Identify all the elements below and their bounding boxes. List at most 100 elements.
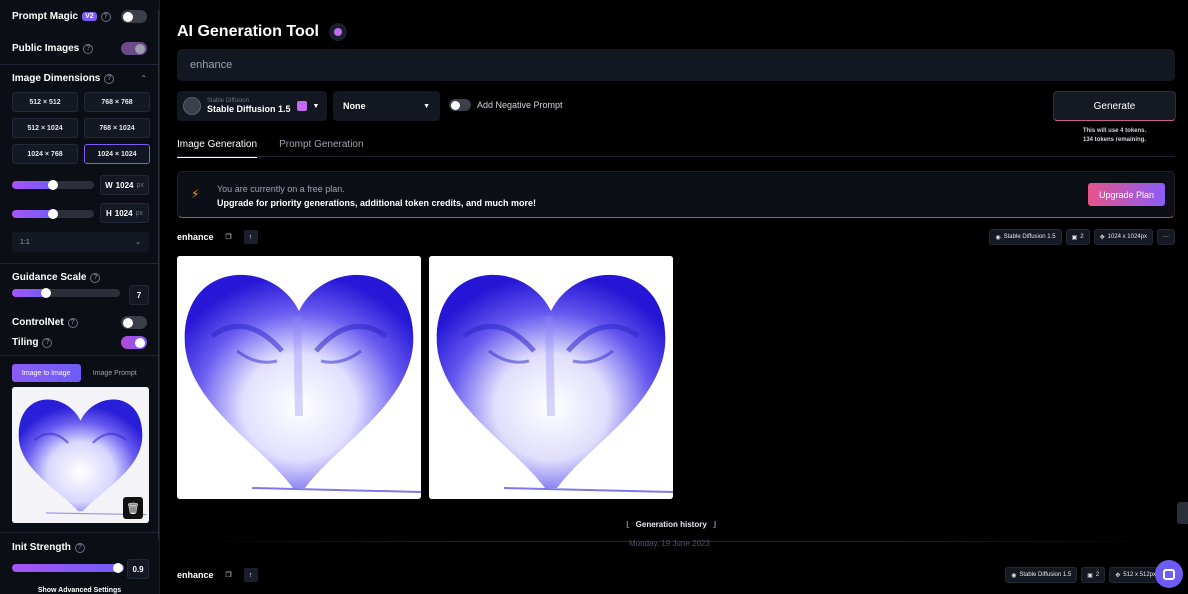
height-value: 1024 (114, 208, 133, 218)
advanced-settings-link[interactable]: Show Advanced Settings (12, 587, 147, 594)
negative-prompt-label: Add Negative Prompt (477, 100, 563, 110)
tiling-label: Tiling (12, 337, 39, 348)
more-options-button[interactable]: ··· (1157, 229, 1175, 245)
model-chip: ◉ Stable Diffusion 1.5 (989, 229, 1062, 245)
init-strength-header: Init Strength ? (12, 542, 147, 553)
token-info: This will use 4 tokens. 134 tokens remai… (1053, 127, 1176, 145)
height-slider[interactable] (12, 209, 94, 219)
model-avatar-icon (183, 97, 201, 115)
chevron-up-icon[interactable]: ⌃ (140, 74, 147, 83)
banner-upgrade-text: Upgrade for priority generations, additi… (217, 198, 537, 208)
model-select[interactable]: Stable Diffusion Stable Diffusion 1.5 ▼ (177, 91, 327, 121)
tiling-toggle[interactable] (121, 336, 147, 349)
init-strength-value[interactable]: 0.9 (127, 559, 149, 579)
help-icon[interactable]: ? (104, 73, 115, 84)
image-count-chip: ▣ 2 (1081, 567, 1106, 583)
help-icon[interactable]: ? (83, 43, 94, 54)
guidance-scale-label: Guidance Scale (12, 272, 87, 283)
height-input[interactable]: H 1024 px (100, 203, 149, 223)
help-icon[interactable]: ? (74, 542, 85, 553)
caret-down-icon: ▼ (312, 102, 320, 110)
images-icon: ▣ (1087, 572, 1093, 579)
guidance-scale-value[interactable]: 7 (129, 285, 149, 305)
public-images-row: Public Images ? (12, 42, 147, 55)
generation-history-heading: ⌊ Generation history ⌋ (626, 520, 716, 529)
heart-image (177, 256, 421, 499)
prompt-magic-label: Prompt Magic (12, 11, 79, 22)
upload-icon[interactable]: ↑ (243, 568, 258, 582)
generated-image[interactable] (177, 256, 421, 499)
chat-icon (1163, 568, 1175, 580)
divider (0, 263, 159, 264)
image-source-tabs: Image to Image Image Prompt (12, 364, 149, 382)
dimension-768x768[interactable]: 768 × 768 (84, 92, 150, 112)
tab-image-prompt[interactable]: Image Prompt (81, 364, 150, 382)
init-image-preview: 🗑 (12, 387, 149, 523)
lightning-icon: ⚡ (191, 187, 200, 201)
style-select[interactable]: None ▼ (333, 91, 440, 121)
guidance-scale-header: Guidance Scale ? (12, 272, 147, 283)
divider (0, 532, 159, 533)
upload-icon[interactable]: ↑ (243, 230, 258, 244)
bracket-icon: ⌋ (712, 520, 717, 529)
dimension-options: 512 × 512 768 × 768 512 × 1024 768 × 102… (12, 92, 150, 164)
help-icon[interactable]: ? (100, 11, 111, 22)
chat-support-button[interactable] (1155, 560, 1183, 588)
controlnet-label: ControlNet (12, 317, 64, 328)
dimension-1024x1024[interactable]: 1024 × 1024 (84, 144, 150, 164)
negative-prompt-toggle-row: Add Negative Prompt (449, 99, 563, 111)
dimension-1024x768[interactable]: 1024 × 768 (12, 144, 78, 164)
image-count-chip: ▣ 2 (1065, 229, 1090, 245)
v2-badge: V2 (82, 12, 97, 21)
copy-icon[interactable]: ❐ (222, 230, 236, 244)
caret-down-icon: ▼ (423, 102, 430, 110)
negative-prompt-toggle[interactable] (449, 99, 471, 111)
settings-sidebar: Prompt Magic V2 ? Public Images ? Image … (0, 0, 160, 594)
aspect-ratio-select[interactable]: 1:1 ⌄ (12, 232, 149, 252)
main-panel: AI Generation Tool enhance Stable Diffus… (160, 0, 1188, 594)
tiling-row: Tiling ? (12, 336, 147, 349)
dimension-512x1024[interactable]: 512 × 1024 (12, 118, 78, 138)
aspect-ratio-value: 1:1 (20, 238, 30, 246)
upgrade-plan-button[interactable]: Upgrade Plan (1088, 183, 1165, 206)
prompt-input[interactable]: enhance (177, 49, 1175, 81)
history-date: Monday, 19 June 2023 (629, 539, 710, 548)
guidance-scale-slider[interactable] (12, 288, 120, 298)
generation-prompt: enhance (177, 232, 214, 242)
help-icon[interactable]: ? (67, 317, 78, 328)
height-unit: px (135, 209, 143, 217)
width-slider[interactable] (12, 180, 94, 190)
generated-image[interactable] (429, 256, 673, 499)
divider (0, 64, 159, 65)
prompt-magic-toggle[interactable] (121, 10, 147, 23)
banner-plan-text: You are currently on a free plan. (217, 184, 345, 194)
model-avatar-icon: ◉ (995, 234, 1001, 241)
generation-header: enhance ❐ ↑ ◉ Stable Diffusion 1.5 ▣ 2 ✥… (177, 567, 1162, 583)
image-dimensions-label: Image Dimensions (12, 73, 101, 84)
advanced-settings-label: Show Advanced Settings (37, 587, 122, 594)
copy-icon[interactable]: ❐ (222, 568, 236, 582)
tab-image-to-image[interactable]: Image to Image (12, 364, 81, 382)
init-strength-slider[interactable] (12, 563, 124, 573)
image-dimensions-header[interactable]: Image Dimensions ? ⌃ (12, 73, 147, 84)
controlnet-row: ControlNet ? (12, 316, 147, 329)
trash-icon[interactable]: 🗑 (123, 497, 143, 519)
dimension-512x512[interactable]: 512 × 512 (12, 92, 78, 112)
model-name: Stable Diffusion 1.5 (207, 104, 291, 114)
help-icon[interactable]: ? (42, 337, 53, 348)
images-icon: ▣ (1071, 234, 1078, 241)
model-avatar-icon: ◉ (1011, 572, 1017, 579)
style-value: None (343, 101, 366, 111)
controlnet-toggle[interactable] (121, 316, 147, 329)
dimension-768x1024[interactable]: 768 × 1024 (84, 118, 150, 138)
panel-collapse-handle[interactable] (1177, 502, 1188, 524)
help-icon[interactable]: ? (90, 272, 101, 283)
width-input[interactable]: W 1024 px (100, 175, 149, 195)
info-icon[interactable] (328, 23, 347, 41)
public-images-toggle[interactable] (121, 42, 147, 55)
bracket-icon: ⌊ (626, 520, 630, 529)
history-label: Generation history (635, 520, 707, 529)
generate-button[interactable]: Generate (1053, 91, 1176, 121)
upgrade-banner: ⚡ You are currently on a free plan. Upgr… (177, 171, 1175, 218)
width-value: 1024 (115, 180, 134, 190)
